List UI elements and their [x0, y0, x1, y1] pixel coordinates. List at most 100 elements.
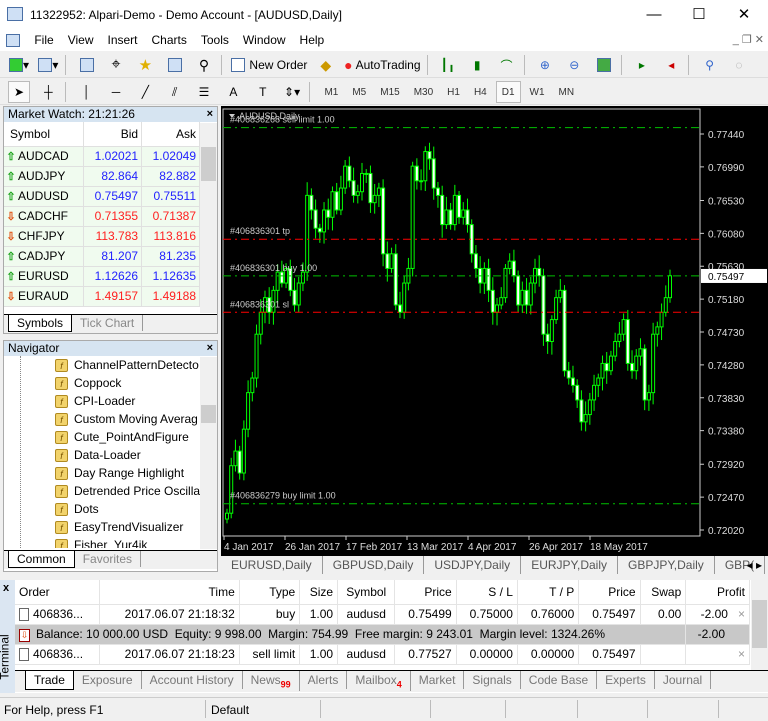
tab-mailbox[interactable]: Mailbox4 [347, 671, 411, 692]
symbol-row[interactable]: ⇧ AUDUSD 0.75497 0.75511 [4, 186, 200, 207]
tab-experts[interactable]: Experts [597, 671, 655, 689]
navigator-item[interactable]: f Day Range Highlight [21, 464, 201, 482]
price-chart[interactable]: 0.774400.769900.765300.760800.756300.751… [221, 106, 768, 556]
chart-tab[interactable]: GBPUSD,Daily [323, 556, 425, 574]
fibonacci-button[interactable]: ☰ [193, 81, 215, 103]
zoom-in-button[interactable]: ⊕ [534, 54, 556, 76]
market-watch-button[interactable] [76, 54, 98, 76]
menu-window[interactable]: Window [236, 31, 293, 49]
timeframe-d1[interactable]: D1 [495, 81, 521, 103]
timeframe-h1[interactable]: H1 [442, 81, 465, 103]
profiles-button[interactable]: ▾ [37, 54, 59, 76]
navigator-item[interactable]: f Coppock [21, 374, 201, 392]
symbol-row[interactable]: ⇧ EURUSD 1.12626 1.12635 [4, 266, 200, 287]
chat-button[interactable]: ◌ [728, 54, 750, 76]
tab-alerts[interactable]: Alerts [300, 671, 348, 689]
horizontal-line-button[interactable]: ─ [105, 81, 127, 103]
navigator-item[interactable]: f Fisher_Yur4ik [21, 536, 201, 548]
tab-trade[interactable]: Trade [25, 671, 74, 690]
menu-file[interactable]: File [27, 31, 60, 49]
order-row[interactable]: 406836... 2017.06.07 21:18:32 buy 1.00 audus… [15, 604, 750, 625]
tab-market[interactable]: Market [411, 671, 465, 689]
metaeditor-button[interactable]: ◆ [315, 54, 337, 76]
arrows-button[interactable]: ⇕▾ [281, 81, 303, 103]
tile-windows-button[interactable] [593, 54, 615, 76]
symbol-row[interactable]: ⇩ CHFJPY 113.783 113.816 [4, 226, 200, 247]
timeframe-w1[interactable]: W1 [525, 81, 550, 103]
column-header[interactable]: T / P [517, 580, 580, 605]
navigator-item[interactable]: f Dots [21, 500, 201, 518]
search-button[interactable]: ⚲ [699, 54, 721, 76]
chart-tab[interactable]: GBPJPY,Daily [618, 556, 715, 574]
symbol-row[interactable]: ⇧ AUDJPY 82.864 82.882 [4, 166, 200, 187]
line-chart-button[interactable]: ⌒ [496, 54, 518, 76]
text-button[interactable]: A [222, 81, 244, 103]
market-watch-scrollbar[interactable] [200, 123, 217, 313]
navigator-item[interactable]: f Custom Moving Averag [21, 410, 201, 428]
trendline-button[interactable]: ╱ [134, 81, 156, 103]
tab-code-base[interactable]: Code Base [521, 671, 598, 689]
column-header[interactable]: Size [299, 580, 339, 605]
column-header[interactable]: Profit [685, 580, 750, 605]
zoom-out-button[interactable]: ⊖ [563, 54, 585, 76]
close-icon[interactable]: x [3, 582, 9, 594]
terminal-button[interactable] [164, 54, 186, 76]
strategy-tester-button[interactable]: ⚲ [193, 54, 215, 76]
close-order-icon[interactable]: × [738, 607, 745, 621]
column-header[interactable]: Order [15, 580, 101, 605]
column-header[interactable]: Price [394, 580, 457, 605]
autoscroll-button[interactable]: ▸ [631, 54, 653, 76]
close-icon[interactable]: × [207, 107, 213, 122]
column-ask[interactable]: Ask [141, 122, 200, 147]
navigator-item[interactable]: f CPI-Loader [21, 392, 201, 410]
menu-view[interactable]: View [61, 31, 101, 49]
column-header[interactable]: S / L [456, 580, 518, 605]
equidistant-channel-button[interactable]: ⫽ [164, 81, 186, 103]
timeframe-h4[interactable]: H4 [469, 81, 492, 103]
column-bid[interactable]: Bid [83, 122, 143, 147]
maximize-button[interactable]: ☐ [685, 4, 713, 26]
new-order-button[interactable]: New Order [231, 54, 307, 76]
menu-charts[interactable]: Charts [145, 31, 194, 49]
tab-exposure[interactable]: Exposure [74, 671, 142, 689]
text-label-button[interactable]: T [252, 81, 274, 103]
menu-insert[interactable]: Insert [100, 31, 144, 49]
tab-account-history[interactable]: Account History [142, 671, 243, 689]
column-header[interactable]: Swap [640, 580, 687, 605]
timeframe-m30[interactable]: M30 [409, 81, 438, 103]
symbol-row[interactable]: ⇧ AUDCAD 1.02021 1.02049 [4, 146, 200, 167]
tab-tick-chart[interactable]: Tick Chart [72, 315, 144, 331]
new-chart-button[interactable]: ▾ [8, 54, 30, 76]
navigator-button[interactable]: ★ [134, 54, 156, 76]
tab-favorites[interactable]: Favorites [75, 551, 142, 567]
navigator-item[interactable]: f Cute_PointAndFigure [21, 428, 201, 446]
timeframe-m5[interactable]: M5 [347, 81, 371, 103]
symbol-row[interactable]: ⇧ CADJPY 81.207 81.235 [4, 246, 200, 267]
minimize-button[interactable]: — [640, 4, 668, 26]
crosshair-button[interactable]: ┼ [37, 81, 59, 103]
column-header[interactable]: Symbol [337, 580, 396, 605]
navigator-item[interactable]: f ChannelPatternDetecto [21, 356, 201, 374]
timeframe-m15[interactable]: M15 [375, 81, 404, 103]
bar-chart-button[interactable]: ┃╻ [437, 54, 459, 76]
tab-symbols[interactable]: Symbols [8, 315, 73, 332]
close-icon[interactable]: × [207, 341, 213, 356]
symbol-row[interactable]: ⇩ CADCHF 0.71355 0.71387 [4, 206, 200, 227]
close-order-icon[interactable]: × [738, 647, 745, 661]
timeframe-m1[interactable]: M1 [319, 81, 343, 103]
candlestick-button[interactable]: ▮ [466, 54, 488, 76]
navigator-item[interactable]: f Data-Loader [21, 446, 201, 464]
menu-help[interactable]: Help [293, 31, 332, 49]
tab-journal[interactable]: Journal [655, 671, 712, 689]
tab-news[interactable]: News99 [243, 671, 300, 692]
timeframe-mn[interactable]: MN [554, 81, 580, 103]
tab-scroll-arrows[interactable]: ◂ ▸ [747, 558, 762, 572]
chart-tab[interactable]: EURUSD,Daily [221, 556, 323, 574]
tab-signals[interactable]: Signals [464, 671, 521, 689]
cursor-button[interactable]: ➤ [8, 81, 30, 103]
chart-shift-button[interactable]: ◂ [660, 54, 682, 76]
column-header[interactable]: Time [99, 580, 240, 605]
navigator-scrollbar[interactable] [200, 357, 217, 549]
mdi-controls[interactable]: _ ❐ ✕ [733, 33, 764, 46]
terminal-scrollbar[interactable] [751, 580, 768, 670]
